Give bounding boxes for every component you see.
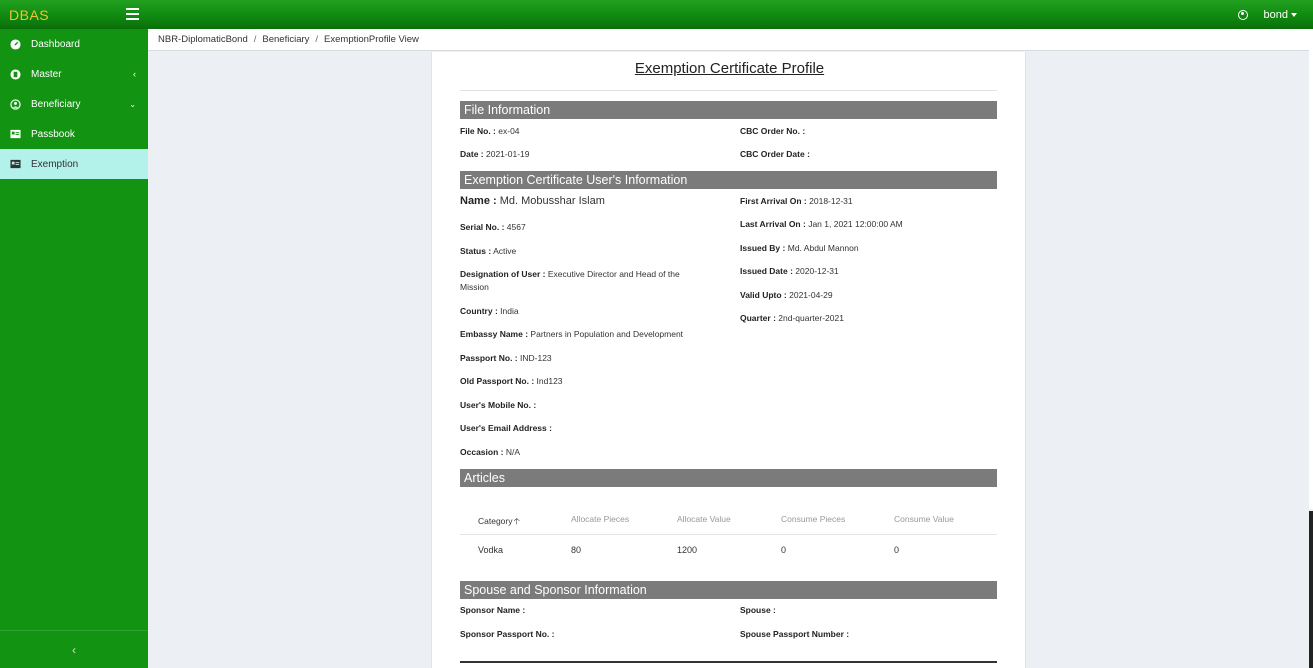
scrollbar-track (1309, 29, 1313, 509)
field-embassy-name: Embassy Name : Partners in Population an… (460, 329, 684, 339)
caret-down-icon (1291, 12, 1297, 17)
user-name[interactable]: bond (1264, 9, 1288, 21)
field-cbc-order-no: CBC Order No. : (740, 126, 806, 136)
column-header-allocate-pieces[interactable]: Allocate Pieces (571, 514, 629, 524)
breadcrumb-separator: / (253, 34, 257, 45)
table-cell: 1200 (677, 545, 698, 555)
section-heading-articles: Articles (460, 469, 997, 487)
field-passport-no: Passport No. : IND-123 (460, 353, 552, 363)
breadcrumb-item[interactable]: Beneficiary (262, 34, 309, 45)
table-divider (460, 534, 997, 535)
field-spouse-passport: Spouse Passport Number : (740, 629, 850, 639)
column-header-category[interactable]: Category🡡 (478, 514, 520, 530)
field-name: Name : Md. Mobusshar Islam (460, 195, 605, 207)
sort-ascending-icon: 🡡 (513, 516, 520, 526)
divider (460, 661, 997, 663)
breadcrumb-item[interactable]: NBR-DiplomaticBond (158, 34, 248, 45)
table-cell: 80 (571, 545, 582, 555)
column-header-consume-value[interactable]: Consume Value (894, 514, 954, 524)
sidebar-item-label: Exemption (31, 158, 79, 170)
dashboard-icon (10, 38, 21, 50)
chevron-left-icon: ‹ (72, 642, 76, 657)
field-cbc-order-date: CBC Order Date : (740, 149, 810, 159)
page-scrollbar[interactable] (1309, 29, 1313, 668)
table-cell: Vodka (478, 545, 504, 555)
field-quarter: Quarter : 2nd-quarter-2021 (740, 313, 844, 323)
user-circle-icon (1237, 9, 1248, 20)
field-spouse: Spouse : (740, 605, 776, 615)
breadcrumb-separator: / (315, 34, 319, 45)
card-icon (10, 129, 21, 140)
field-issued-date: Issued Date : 2020-12-31 (740, 266, 839, 276)
field-serial-no: Serial No. : 4567 (460, 222, 526, 232)
section-heading-user-info: Exemption Certificate User's Information (460, 171, 997, 189)
field-occasion: Occasion : N/A (460, 447, 521, 457)
section-heading-spouse-sponsor: Spouse and Sponsor Information (460, 581, 997, 599)
field-mobile-no: User's Mobile No. : (460, 400, 537, 410)
column-header-allocate-value[interactable]: Allocate Value (677, 514, 731, 524)
hamburger-menu-icon[interactable] (126, 8, 139, 20)
field-country: Country : India (460, 306, 519, 316)
sidebar-item-label: Passbook (31, 128, 75, 140)
sidebar-item-beneficiary[interactable]: Beneficiary ⌄ (0, 89, 148, 119)
field-old-passport-no: Old Passport No. : Ind123 (460, 376, 563, 386)
section-heading-file-info: File Information (460, 101, 997, 119)
sidebar-item-dashboard[interactable]: Dashboard (0, 29, 148, 59)
field-last-arrival: Last Arrival On : Jan 1, 2021 12:00:00 A… (740, 219, 903, 229)
card-icon (10, 159, 21, 170)
breadcrumb-item-current: ExemptionProfile View (324, 34, 419, 45)
field-sponsor-passport: Sponsor Passport No. : (460, 629, 555, 639)
table-cell: 0 (781, 545, 787, 555)
master-icon (10, 68, 21, 80)
sidebar-item-master[interactable]: Master ‹ (0, 59, 148, 89)
sidebar-item-exemption[interactable]: Exemption (0, 149, 148, 179)
field-first-arrival: First Arrival On : 2018-12-31 (740, 196, 853, 206)
field-file-no: File No. : ex-04 (460, 126, 520, 136)
sidebar-item-label: Beneficiary (31, 98, 81, 110)
field-date: Date : 2021-01-19 (460, 149, 530, 159)
page-title: Exemption Certificate Profile (634, 60, 825, 77)
chevron-down-icon: ⌄ (129, 99, 136, 109)
user-menu[interactable]: bond (1237, 0, 1297, 29)
field-designation: Designation of User : Executive Director… (460, 269, 680, 292)
sidebar-item-passbook[interactable]: Passbook (0, 119, 148, 149)
top-navbar: DBAS bond (0, 0, 1313, 29)
sidebar-item-label: Dashboard (31, 38, 80, 50)
field-email-address: User's Email Address : (460, 423, 552, 433)
field-valid-upto: Valid Upto : 2021-04-29 (740, 290, 833, 300)
column-header-consume-pieces[interactable]: Consume Pieces (781, 514, 845, 524)
field-status: Status : Active (460, 246, 517, 256)
brand-text: DBAS (9, 6, 50, 23)
scrollbar-thumb[interactable] (1309, 511, 1313, 668)
breadcrumb: NBR-DiplomaticBond / Beneficiary / Exemp… (148, 29, 1309, 51)
chevron-left-icon: ‹ (133, 69, 136, 79)
sidebar: Dashboard Master ‹ Beneficiary ⌄ Passboo… (0, 29, 148, 668)
user-circle-icon (10, 98, 21, 110)
field-issued-by: Issued By : Md. Abdul Mannon (740, 243, 859, 253)
sidebar-item-label: Master (31, 68, 62, 80)
table-cell: 0 (894, 545, 900, 555)
field-sponsor-name: Sponsor Name : (460, 605, 526, 615)
divider (460, 90, 997, 91)
sidebar-collapse-button[interactable]: ‹ (0, 630, 148, 668)
profile-card: Exemption Certificate Profile File Infor… (431, 52, 1026, 668)
